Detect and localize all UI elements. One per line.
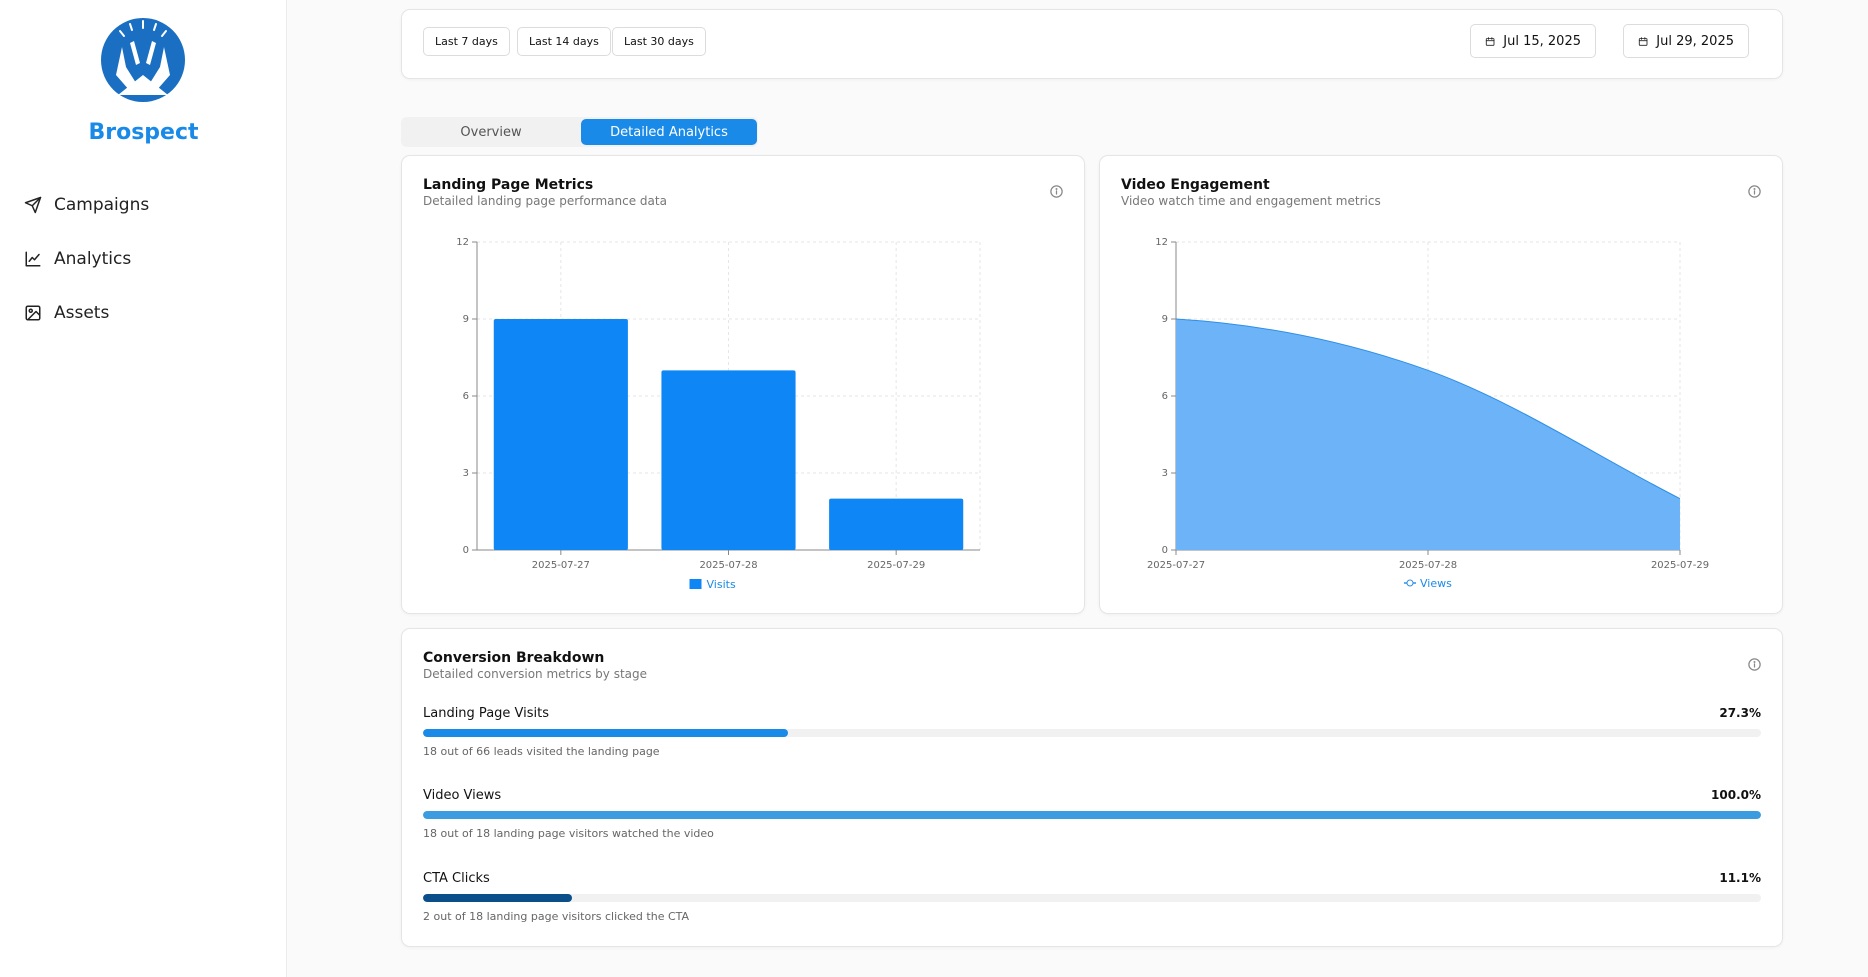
sidebar-item-campaigns[interactable]: Campaigns [24,178,264,232]
landing-page-metrics-card: Landing Page Metrics Detailed landing pa… [401,155,1085,614]
sidebar-item-label: Assets [54,303,110,323]
area-fill [1176,319,1680,550]
last-30-days-button[interactable]: Last 30 days [612,27,706,56]
tab-detailed-analytics[interactable]: Detailed Analytics [581,119,757,145]
sidebar-item-label: Analytics [54,249,132,269]
y-tick-label: 9 [463,314,469,325]
legend-label: Views [1420,577,1452,590]
conversion-percent: 11.1% [1719,871,1761,885]
image-icon [25,305,41,321]
sidebar: Brospect Campaigns Analytics Assets [0,0,287,977]
conversion-label: Landing Page Visits [423,706,550,721]
x-tick-label: 2025-07-29 [867,560,925,571]
legend-marker [1406,579,1414,587]
conversion-description: 18 out of 66 leads visited the landing p… [423,745,660,758]
send-icon [24,196,42,214]
sidebar-item-analytics[interactable]: Analytics [24,232,264,286]
progress-track [423,894,1761,902]
y-tick-label: 12 [1155,237,1168,248]
tab-overview[interactable]: Overview [403,119,579,145]
sidebar-item-label: Campaigns [54,195,150,215]
x-tick-label: 2025-07-27 [532,560,590,571]
video-engagement-area-chart: 0 3 6 9 12 2025-07-27 2025-07-28 2025-07-29 View… [1147,237,1709,590]
landing-page-bar-chart: 0 3 6 9 12 2025-07-27 2025-07-28 2025-07-29 Visi… [456,237,981,591]
y-tick-label: 12 [456,237,469,248]
conversion-label: Video Views [423,788,502,803]
end-date-value: Jul 29, 2025 [1656,33,1734,49]
y-tick-label: 3 [463,468,469,479]
y-tick-label: 3 [1162,468,1168,479]
date-range-bar: Last 7 days Last 14 days Last 30 days Ju… [401,9,1783,79]
x-tick-label: 2025-07-28 [699,560,757,571]
conversion-percent: 27.3% [1719,706,1761,720]
end-date-picker[interactable]: Jul 29, 2025 [1623,24,1749,58]
legend-label: Visits [707,578,736,591]
calendar-icon [1638,36,1648,46]
conversion-description: 18 out of 18 landing page visitors watch… [423,827,714,840]
bar [493,319,628,550]
line-chart-icon [25,251,41,267]
progress-fill [423,894,572,902]
conversion-breakdown-card: Conversion Breakdown Detailed conversion… [401,628,1783,947]
last-7-days-button[interactable]: Last 7 days [423,27,510,56]
analytics-tabs: Overview Detailed Analytics [401,117,758,147]
card-subtitle: Detailed conversion metrics by stage [423,667,648,681]
y-tick-label: 0 [1162,545,1168,556]
calendar-icon [1485,36,1495,46]
conversion-percent: 100.0% [1711,788,1761,802]
y-tick-label: 9 [1162,314,1168,325]
main-content: Last 7 days Last 14 days Last 30 days Ju… [288,0,1868,977]
y-tick-label: 0 [463,545,469,556]
x-tick-label: 2025-07-29 [1651,560,1709,571]
progress-track [423,729,1761,737]
sidebar-nav: Campaigns Analytics Assets [24,178,264,340]
conversion-label: CTA Clicks [423,871,490,886]
y-tick-label: 6 [463,391,469,402]
start-date-value: Jul 15, 2025 [1503,33,1581,49]
start-date-picker[interactable]: Jul 15, 2025 [1470,24,1596,58]
x-tick-label: 2025-07-27 [1147,560,1205,571]
sidebar-item-assets[interactable]: Assets [24,286,264,340]
progress-fill [423,729,789,737]
last-14-days-button[interactable]: Last 14 days [517,27,611,56]
bar [661,370,796,550]
card-title: Conversion Breakdown [423,650,605,666]
brospect-logo [101,18,185,102]
progress-track [423,811,1761,819]
legend-swatch [689,579,702,589]
x-tick-label: 2025-07-28 [1399,560,1457,571]
conversion-description: 2 out of 18 landing page visitors clicke… [423,910,690,923]
video-engagement-card: Video Engagement Video watch time and en… [1099,155,1783,614]
y-tick-label: 6 [1162,391,1168,402]
info-icon[interactable] [1747,657,1762,672]
bar [829,498,964,550]
progress-fill [423,811,1761,819]
brand-name: Brospect [88,120,199,145]
